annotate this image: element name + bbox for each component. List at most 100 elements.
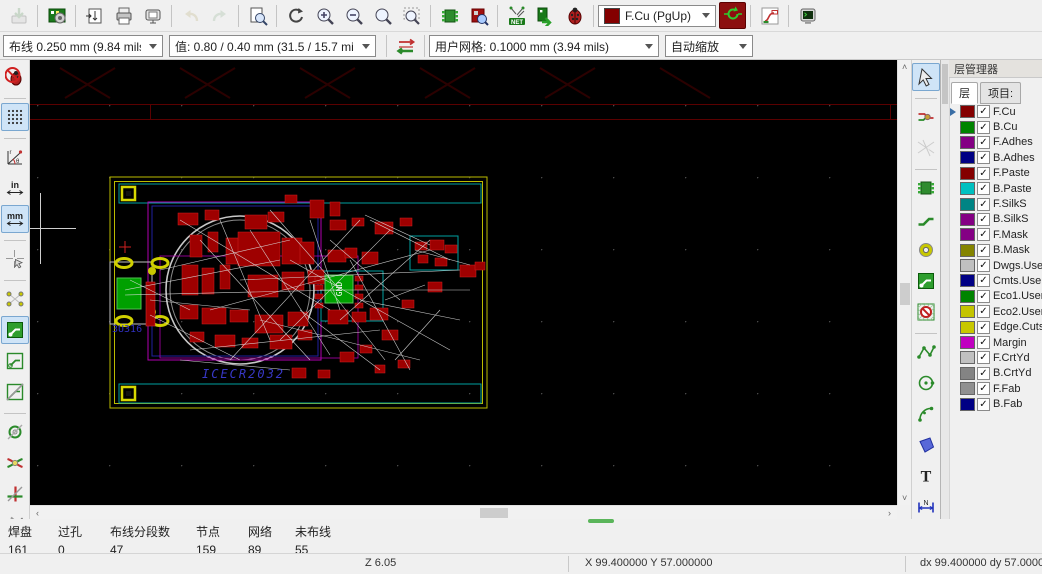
vscroll-thumb[interactable] — [900, 283, 910, 305]
layer-visibility-checkbox[interactable]: ✓ — [977, 398, 990, 411]
layer-color-swatch[interactable] — [960, 290, 975, 303]
layer-color-swatch[interactable] — [960, 336, 975, 349]
units-millimeters-button[interactable]: mm — [1, 205, 29, 233]
layer-visibility-checkbox[interactable]: ✓ — [977, 121, 990, 134]
toggle-grid-button[interactable] — [1, 103, 29, 131]
pads-sketch-mode-button[interactable] — [1, 418, 29, 446]
footprint-editor-button[interactable] — [435, 1, 464, 30]
layers-panel-tab-layers[interactable]: 层 — [951, 82, 978, 104]
toggle-drc-off-button[interactable] — [1, 63, 29, 91]
layer-color-swatch[interactable] — [960, 105, 975, 118]
layer-visibility-checkbox[interactable]: ✓ — [977, 351, 990, 364]
layer-visibility-checkbox[interactable]: ✓ — [977, 198, 990, 211]
layer-row-B.Fab[interactable]: ✓B.Fab — [949, 396, 1042, 411]
layer-color-swatch[interactable] — [960, 367, 975, 380]
add-graphic-line-button[interactable] — [912, 338, 940, 366]
board-setup-button[interactable] — [42, 1, 71, 30]
layer-visibility-checkbox[interactable]: ✓ — [977, 167, 990, 180]
layer-row-B.CrtYd[interactable]: ✓B.CrtYd — [949, 366, 1042, 381]
zoom-level-select[interactable]: 自动缩放 — [665, 35, 753, 57]
add-text-button[interactable]: T — [912, 462, 940, 490]
horizontal-scrollbar[interactable]: ‹ › — [30, 505, 897, 519]
cursor-shape-button[interactable] — [1, 245, 29, 273]
spread-footprints-button[interactable] — [531, 1, 560, 30]
hide-zones-button[interactable] — [1, 378, 29, 406]
user-grid-select[interactable]: 用户网格: 0.1000 mm (3.94 mils) — [429, 35, 659, 57]
route-tracks-button[interactable] — [912, 205, 940, 233]
layer-visibility-checkbox[interactable]: ✓ — [977, 244, 990, 257]
layer-row-Dwgs.User[interactable]: ✓Dwgs.User — [949, 258, 1042, 273]
layer-row-F.CrtYd[interactable]: ✓F.CrtYd — [949, 350, 1042, 365]
add-polygon-button[interactable] — [912, 431, 940, 459]
plot-button[interactable] — [138, 1, 167, 30]
layer-row-Eco1.User[interactable]: ✓Eco1.User — [949, 289, 1042, 304]
layer-color-swatch[interactable] — [960, 305, 975, 318]
auto-track-width-button[interactable] — [391, 32, 420, 61]
vias-sketch-mode-button[interactable] — [1, 449, 29, 477]
page-settings-button[interactable] — [80, 1, 109, 30]
layer-color-swatch[interactable] — [960, 151, 975, 164]
layer-visibility-checkbox[interactable]: ✓ — [977, 182, 990, 195]
layer-visibility-checkbox[interactable]: ✓ — [977, 336, 990, 349]
refresh-view-button[interactable] — [281, 1, 310, 30]
scroll-right-arrow[interactable]: › — [888, 507, 891, 519]
layer-color-swatch[interactable] — [960, 351, 975, 364]
show-ratsnest-button[interactable] — [1, 285, 29, 313]
track-width-select[interactable]: 布线 0.250 mm (9.84 mils) * — [3, 35, 163, 57]
interactive-router-settings-button[interactable] — [755, 1, 784, 30]
add-via-button[interactable] — [912, 236, 940, 264]
layers-panel-tab-items[interactable]: 项目: — [980, 82, 1021, 104]
layer-color-swatch[interactable] — [960, 136, 975, 149]
add-keepout-area-button[interactable] — [912, 298, 940, 326]
layer-color-swatch[interactable] — [960, 198, 975, 211]
add-filled-zone-button[interactable] — [912, 267, 940, 295]
layer-color-swatch[interactable] — [960, 382, 975, 395]
layer-row-F.Paste[interactable]: ✓F.Paste — [949, 166, 1042, 181]
layer-color-swatch[interactable] — [960, 167, 975, 180]
local-ratsnest-button[interactable] — [912, 134, 940, 162]
layer-row-B.Mask[interactable]: ✓B.Mask — [949, 243, 1042, 258]
python-console-button[interactable] — [793, 1, 822, 30]
layer-row-F.Cu[interactable]: ✓F.Cu — [949, 104, 1042, 119]
select-tool-button[interactable] — [912, 63, 940, 91]
layer-row-F.Fab[interactable]: ✓F.Fab — [949, 381, 1042, 396]
hscroll-thumb[interactable] — [480, 508, 508, 518]
layer-visibility-checkbox[interactable]: ✓ — [977, 305, 990, 318]
highlight-net-button[interactable] — [912, 103, 940, 131]
layer-row-B.Cu[interactable]: ✓B.Cu — [949, 119, 1042, 134]
scroll-down-arrow[interactable]: ˅ — [902, 492, 907, 504]
layer-color-swatch[interactable] — [960, 244, 975, 257]
layer-visibility-checkbox[interactable]: ✓ — [977, 259, 990, 272]
layer-row-Margin[interactable]: ✓Margin — [949, 335, 1042, 350]
layer-visibility-checkbox[interactable]: ✓ — [977, 321, 990, 334]
layer-color-swatch[interactable] — [960, 228, 975, 241]
units-inches-button[interactable]: in — [1, 174, 29, 202]
layer-row-F.Mask[interactable]: ✓F.Mask — [949, 227, 1042, 242]
layer-row-B.SilkS[interactable]: ✓B.SilkS — [949, 212, 1042, 227]
layer-color-swatch[interactable] — [960, 259, 975, 272]
layer-visibility-checkbox[interactable]: ✓ — [977, 228, 990, 241]
zoom-fit-button[interactable] — [368, 1, 397, 30]
find-button[interactable] — [243, 1, 272, 30]
layer-visibility-checkbox[interactable]: ✓ — [977, 274, 990, 287]
zoom-to-selection-button[interactable] — [397, 1, 426, 30]
layer-color-swatch[interactable] — [960, 182, 975, 195]
layer-row-Cmts.User[interactable]: ✓Cmts.User — [949, 273, 1042, 288]
via-size-select[interactable]: 值: 0.80 / 0.40 mm (31.5 / 15.7 mils) * — [169, 35, 376, 57]
show-zones-filled-button[interactable] — [1, 316, 29, 344]
layer-row-Eco2.User[interactable]: ✓Eco2.User — [949, 304, 1042, 319]
vertical-scrollbar[interactable]: ˄ ˅ — [897, 60, 911, 505]
layer-visibility-checkbox[interactable]: ✓ — [977, 213, 990, 226]
layer-color-swatch[interactable] — [960, 321, 975, 334]
scroll-up-arrow[interactable]: ˄ — [902, 61, 907, 73]
add-arc-button[interactable] — [912, 400, 940, 428]
add-dimension-button[interactable]: N — [912, 493, 940, 521]
layer-color-swatch[interactable] — [960, 398, 975, 411]
layer-row-F.SilkS[interactable]: ✓F.SilkS — [949, 196, 1042, 211]
zoom-in-button[interactable] — [310, 1, 339, 30]
layer-row-B.Paste[interactable]: ✓B.Paste — [949, 181, 1042, 196]
footprint-browser-button[interactable] — [464, 1, 493, 30]
layer-color-swatch[interactable] — [960, 213, 975, 226]
layer-visibility-checkbox[interactable]: ✓ — [977, 105, 990, 118]
print-button[interactable] — [109, 1, 138, 30]
